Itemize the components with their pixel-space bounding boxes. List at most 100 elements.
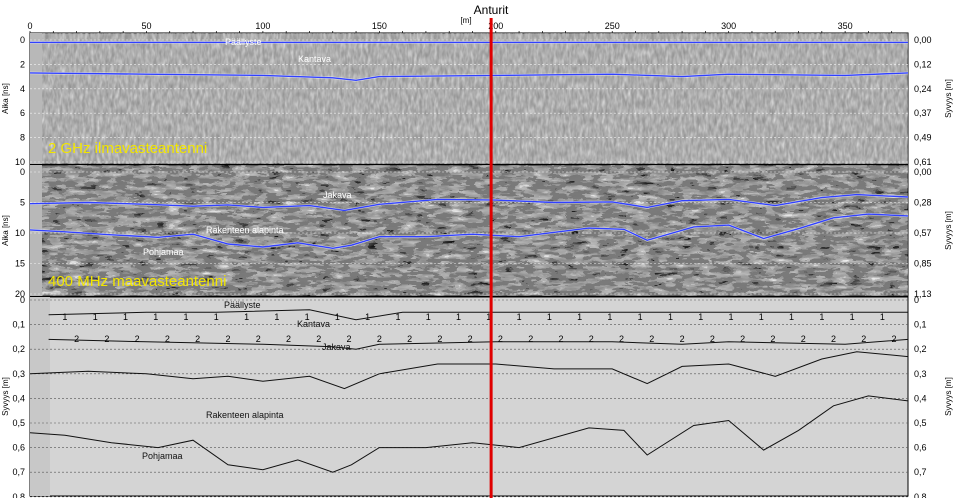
y-tick-right-1: 0,28: [914, 198, 932, 208]
interface-symbol-1: 1: [819, 312, 824, 322]
y-tick-right-0: 0,00: [914, 35, 932, 45]
y-tick-right-2: 0,7: [914, 467, 927, 477]
interface-symbol-2: 2: [892, 334, 897, 344]
panel-2ghz-left-strip: [30, 33, 42, 164]
interface-symbol-1: 1: [759, 312, 764, 322]
interface-symbol-2: 2: [801, 334, 806, 344]
interface-symbol-2: 2: [468, 334, 473, 344]
label-jakava-c: Jakava: [322, 342, 351, 352]
panel-400mhz-label: 400 MHz maavasteantenni: [48, 273, 226, 290]
interface-symbol-2: 2: [225, 334, 230, 344]
y-axis-label-left-0: Aika [ns]: [1, 83, 10, 114]
interface-symbol-2: 2: [740, 334, 745, 344]
x-tick-label-100: 100: [255, 21, 270, 31]
y-tick-right-2: 0,6: [914, 443, 927, 453]
x-tick-label-0: 0: [27, 21, 32, 31]
y-tick-right-0: 0,12: [914, 59, 932, 69]
label-rakenteen-b: Rakenteen alapinta: [206, 225, 284, 235]
y-tick-left-2-6: 0,6: [12, 443, 25, 453]
interface-symbol-1: 1: [668, 312, 673, 322]
x-tick-label-150: 150: [372, 21, 387, 31]
interface-symbol-1: 1: [335, 312, 340, 322]
interface-symbol-1: 1: [62, 312, 67, 322]
interface-symbol-1: 1: [607, 312, 612, 322]
y-tick-left-2-0: 0: [20, 295, 25, 305]
interface-symbol-2: 2: [619, 334, 624, 344]
interface-symbol-2: 2: [437, 334, 442, 344]
interface-symbol-1: 1: [426, 312, 431, 322]
interface-symbol-2: 2: [256, 334, 261, 344]
y-tick-right-0: 0,61: [914, 157, 932, 167]
interface-symbol-2: 2: [407, 334, 412, 344]
label-kantava-c: Kantava: [297, 319, 330, 329]
interface-symbol-2: 2: [558, 334, 563, 344]
y-tick-left-0-4: 4: [20, 84, 25, 94]
x-tick-label-350: 350: [838, 21, 853, 31]
y-tick-left-1-0: 0: [20, 167, 25, 177]
interface-symbol-2: 2: [377, 334, 382, 344]
interface-symbol-1: 1: [214, 312, 219, 322]
x-unit-label: [m]: [460, 16, 471, 25]
panel-interp-left-strip: [30, 297, 50, 496]
interface-symbol-2: 2: [770, 334, 775, 344]
label-paallyste-a: Päällyste: [225, 37, 262, 47]
interface-symbol-2: 2: [649, 334, 654, 344]
interface-symbol-1: 1: [517, 312, 522, 322]
interface-symbol-2: 2: [286, 334, 291, 344]
interface-symbol-1: 1: [93, 312, 98, 322]
gpr-figure: Anturit [m] 0 50 100 150 200 250 300 350 2 GHz …: [1, 3, 953, 498]
interface-symbol-1: 1: [395, 312, 400, 322]
panel-interp-frame: [29, 296, 909, 497]
y-axis-label-right-1: Syvyys [m]: [944, 211, 953, 250]
y-tick-left-0-8: 8: [20, 133, 25, 143]
interface-symbol-2: 2: [104, 334, 109, 344]
interface-symbol-2: 2: [831, 334, 836, 344]
label-pohjamaa-c: Pohjamaa: [142, 451, 183, 461]
interface-symbol-1: 1: [365, 312, 370, 322]
y-tick-right-1: 0,57: [914, 228, 932, 238]
y-tick-left-1-15: 15: [15, 259, 25, 269]
interface-symbol-2: 2: [589, 334, 594, 344]
y-tick-left-1-10: 10: [15, 228, 25, 238]
y-tick-right-2: 0,4: [914, 393, 927, 403]
interface-symbol-1: 1: [728, 312, 733, 322]
interface-symbol-2: 2: [498, 334, 503, 344]
y-tick-right-0: 0,49: [914, 133, 932, 143]
interface-symbol-2: 2: [710, 334, 715, 344]
y-tick-left-2-8: 0,8: [12, 492, 25, 498]
y-tick-left-2-1: 0,1: [12, 320, 25, 330]
y-axis-label-left-1: Aika [ns]: [1, 215, 10, 246]
interface-symbol-2: 2: [316, 334, 321, 344]
interface-symbol-1: 1: [244, 312, 249, 322]
y-axis-label-right-2: Syvyys [m]: [944, 377, 953, 416]
label-pohjamaa-b: Pohjamaa: [143, 247, 184, 257]
interface-symbol-1: 1: [698, 312, 703, 322]
label-jakava-b: Jakava: [323, 190, 352, 200]
y-tick-left-2-5: 0,5: [12, 418, 25, 428]
y-tick-left-2-2: 0,2: [12, 344, 25, 354]
x-tick-label-250: 250: [605, 21, 620, 31]
y-axis-label-right-0: Syvyys [m]: [944, 79, 953, 118]
y-axis-label-left-2: Syvyys [m]: [1, 377, 10, 416]
y-tick-left-0-10: 10: [15, 157, 25, 167]
y-tick-left-0-0: 0: [20, 35, 25, 45]
interface-symbol-1: 1: [638, 312, 643, 322]
y-tick-left-2-4: 0,4: [12, 393, 25, 403]
label-rakenteen-c: Rakenteen alapinta: [206, 410, 284, 420]
panel-400mhz: 400 MHz maavasteantenni Jakava Rakenteen…: [29, 164, 909, 297]
interface-symbol-1: 1: [789, 312, 794, 322]
interface-symbol-2: 2: [195, 334, 200, 344]
y-tick-left-0-2: 2: [20, 59, 25, 69]
y-tick-right-1: 0,00: [914, 167, 932, 177]
interface-symbol-1: 1: [880, 312, 885, 322]
label-kantava-a: Kantava: [298, 54, 331, 64]
x-tick-label-50: 50: [141, 21, 151, 31]
interface-symbol-2: 2: [74, 334, 79, 344]
y-tick-left-2-7: 0,7: [12, 467, 25, 477]
y-tick-right-2: 0,2: [914, 344, 927, 354]
panel-2ghz-label: 2 GHz ilmavasteantenni: [48, 140, 207, 157]
y-tick-left-1-5: 5: [20, 198, 25, 208]
label-paallyste-c: Päällyste: [224, 300, 261, 310]
y-tick-left-0-6: 6: [20, 108, 25, 118]
interface-symbol-1: 1: [547, 312, 552, 322]
